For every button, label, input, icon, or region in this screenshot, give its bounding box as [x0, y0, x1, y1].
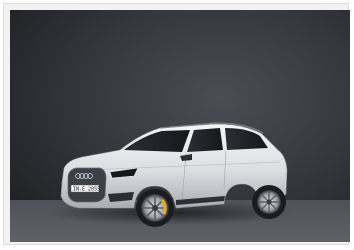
car-front-wheel	[136, 189, 174, 227]
car-photo: IN-E 2055	[10, 10, 350, 242]
car-rear-wheel	[252, 185, 286, 219]
license-plate-text: IN-E 2055	[73, 187, 100, 193]
